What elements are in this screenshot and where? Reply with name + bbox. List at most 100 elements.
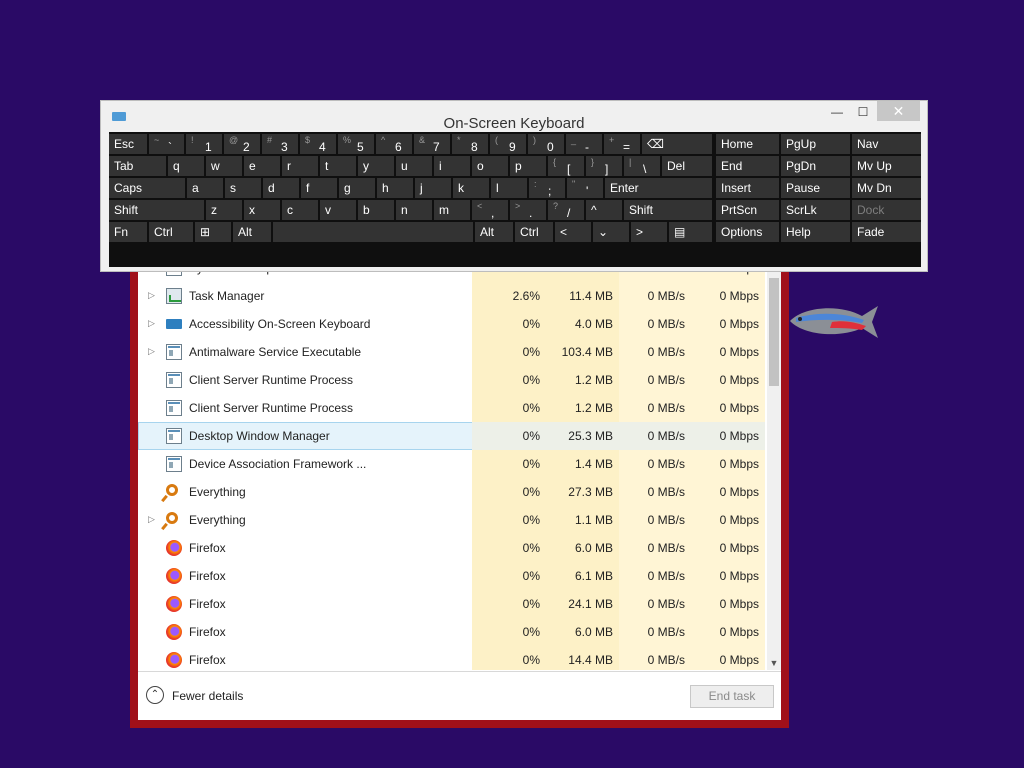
end-task-button[interactable]: End task xyxy=(690,685,774,708)
key-ctrl[interactable]: Ctrl xyxy=(149,222,193,242)
key-2[interactable]: @2 xyxy=(224,134,260,154)
key-c[interactable]: c xyxy=(282,200,318,220)
key-end[interactable]: End xyxy=(716,156,779,176)
key-j[interactable]: j xyxy=(415,178,451,198)
key-pause[interactable]: Pause xyxy=(781,178,850,198)
key-a[interactable]: a xyxy=(187,178,223,198)
key-key[interactable]: + = xyxy=(604,134,640,154)
key-w[interactable]: w xyxy=(206,156,242,176)
scroll-down-arrow-icon[interactable]: ▼ xyxy=(768,658,780,668)
process-row[interactable]: ▷ Task Manager 2.6% 11.4 MB 0 MB/s 0 Mbps xyxy=(138,282,765,310)
key-pgdn[interactable]: PgDn xyxy=(781,156,850,176)
key-t[interactable]: t xyxy=(320,156,356,176)
key-key[interactable]: < xyxy=(555,222,591,242)
key-o[interactable]: o xyxy=(472,156,508,176)
key-key[interactable]: ⌄ xyxy=(593,222,629,242)
key-p[interactable]: p xyxy=(510,156,546,176)
key-mv-dn[interactable]: Mv Dn xyxy=(852,178,921,198)
key-s[interactable]: s xyxy=(225,178,261,198)
key-shift[interactable]: Shift xyxy=(624,200,712,220)
key-g[interactable]: g xyxy=(339,178,375,198)
key-r[interactable]: r xyxy=(282,156,318,176)
collapse-chevron-icon[interactable]: ⌃ xyxy=(146,686,164,704)
key-key[interactable]: ? / xyxy=(548,200,584,220)
key-fn[interactable]: Fn xyxy=(109,222,147,242)
backspace-icon[interactable]: ⌫ xyxy=(642,134,712,154)
key-alt[interactable]: Alt xyxy=(233,222,271,242)
process-row[interactable]: Device Association Framework ... 0% 1.4 MB… xyxy=(138,450,765,478)
vertical-scrollbar[interactable]: ▼ xyxy=(767,270,781,670)
fewer-details-link[interactable]: Fewer details xyxy=(172,689,243,703)
key-b[interactable]: b xyxy=(358,200,394,220)
key-5[interactable]: % 5 xyxy=(338,134,374,154)
key-l[interactable]: l xyxy=(491,178,527,198)
key-k[interactable]: k xyxy=(453,178,489,198)
key-insert[interactable]: Insert xyxy=(716,178,779,198)
key-key[interactable]: }] xyxy=(586,156,622,176)
process-row[interactable]: Firefox 0% 6.0 MB 0 MB/s 0 Mbps xyxy=(138,534,765,562)
key-key[interactable]: _ - xyxy=(566,134,602,154)
key-scrlk[interactable]: ScrLk xyxy=(781,200,850,220)
key-e[interactable]: e xyxy=(244,156,280,176)
key-key[interactable]: > xyxy=(631,222,667,242)
key-key[interactable]: | \ xyxy=(624,156,660,176)
key-mv-up[interactable]: Mv Up xyxy=(852,156,921,176)
process-row[interactable]: Everything 0% 27.3 MB 0 MB/s 0 Mbps xyxy=(138,478,765,506)
process-row[interactable]: Client Server Runtime Process 0% 1.2 MB 0 M… xyxy=(138,394,765,422)
scrollbar-thumb[interactable] xyxy=(769,278,779,386)
minimize-button[interactable]: — xyxy=(829,105,845,121)
key-8[interactable]: * 8 xyxy=(452,134,488,154)
key-enter[interactable]: Enter xyxy=(605,178,712,198)
expand-arrow-icon[interactable]: ▷ xyxy=(148,290,158,302)
key-home[interactable]: Home xyxy=(716,134,779,154)
key-m[interactable]: m xyxy=(434,200,470,220)
expand-arrow-icon[interactable]: ▷ xyxy=(148,514,158,526)
key-f[interactable]: f xyxy=(301,178,337,198)
key-alt[interactable]: Alt xyxy=(475,222,513,242)
key-x[interactable]: x xyxy=(244,200,280,220)
key-h[interactable]: h xyxy=(377,178,413,198)
key-d[interactable]: d xyxy=(263,178,299,198)
key-key[interactable]: " ' xyxy=(567,178,603,198)
maximize-button[interactable]: ☐ xyxy=(855,105,871,121)
process-row[interactable]: Firefox 0% 6.1 MB 0 MB/s 0 Mbps xyxy=(138,562,765,590)
key-key[interactable]: >. xyxy=(510,200,546,220)
key-del[interactable]: Del xyxy=(662,156,712,176)
key-key[interactable]: <, xyxy=(472,200,508,220)
key-dock[interactable]: Dock xyxy=(852,200,921,220)
process-row[interactable]: ▷ Everything 0% 1.1 MB 0 MB/s 0 Mbps xyxy=(138,506,765,534)
key-prtscn[interactable]: PrtScn xyxy=(716,200,779,220)
key-nav[interactable]: Nav xyxy=(852,134,921,154)
key-shift[interactable]: Shift xyxy=(109,200,204,220)
key-n[interactable]: n xyxy=(396,200,432,220)
key-caps[interactable]: Caps xyxy=(109,178,185,198)
process-row[interactable]: ▷ Antimalware Service Executable 0% 103.4 M… xyxy=(138,338,765,366)
key-9[interactable]: (9 xyxy=(490,134,526,154)
key-4[interactable]: $4 xyxy=(300,134,336,154)
key-v[interactable]: v xyxy=(320,200,356,220)
key-6[interactable]: ^ 6 xyxy=(376,134,412,154)
process-row[interactable]: Firefox 0% 24.1 MB 0 MB/s 0 Mbps xyxy=(138,590,765,618)
spacebar-key[interactable] xyxy=(273,222,473,242)
process-row[interactable]: ▷ Accessibility On-Screen Keyboard 0% 4.0 M… xyxy=(138,310,765,338)
windows-logo-icon[interactable]: ⊞ xyxy=(195,222,231,242)
key-0[interactable]: ) 0 xyxy=(528,134,564,154)
key-7[interactable]: & 7 xyxy=(414,134,450,154)
key-key[interactable]: {[ xyxy=(548,156,584,176)
key-esc[interactable]: Esc xyxy=(109,134,147,154)
expand-arrow-icon[interactable]: ▷ xyxy=(148,318,158,330)
key-q[interactable]: q xyxy=(168,156,204,176)
key-1[interactable]: ! 1 xyxy=(186,134,222,154)
process-row[interactable]: Client Server Runtime Process 0% 1.2 MB 0 M… xyxy=(138,366,765,394)
key-y[interactable]: y xyxy=(358,156,394,176)
key-3[interactable]: #3 xyxy=(262,134,298,154)
key-pgup[interactable]: PgUp xyxy=(781,134,850,154)
key-z[interactable]: z xyxy=(206,200,242,220)
menu-key-icon[interactable]: ▤ xyxy=(669,222,712,242)
key-ctrl[interactable]: Ctrl xyxy=(515,222,553,242)
key-key[interactable]: :; xyxy=(529,178,565,198)
process-row[interactable]: Firefox 0% 6.0 MB 0 MB/s 0 Mbps xyxy=(138,618,765,646)
key-i[interactable]: i xyxy=(434,156,470,176)
key-tab[interactable]: Tab xyxy=(109,156,166,176)
process-row[interactable]: Firefox 0% 14.4 MB 0 MB/s 0 Mbps xyxy=(138,646,765,670)
